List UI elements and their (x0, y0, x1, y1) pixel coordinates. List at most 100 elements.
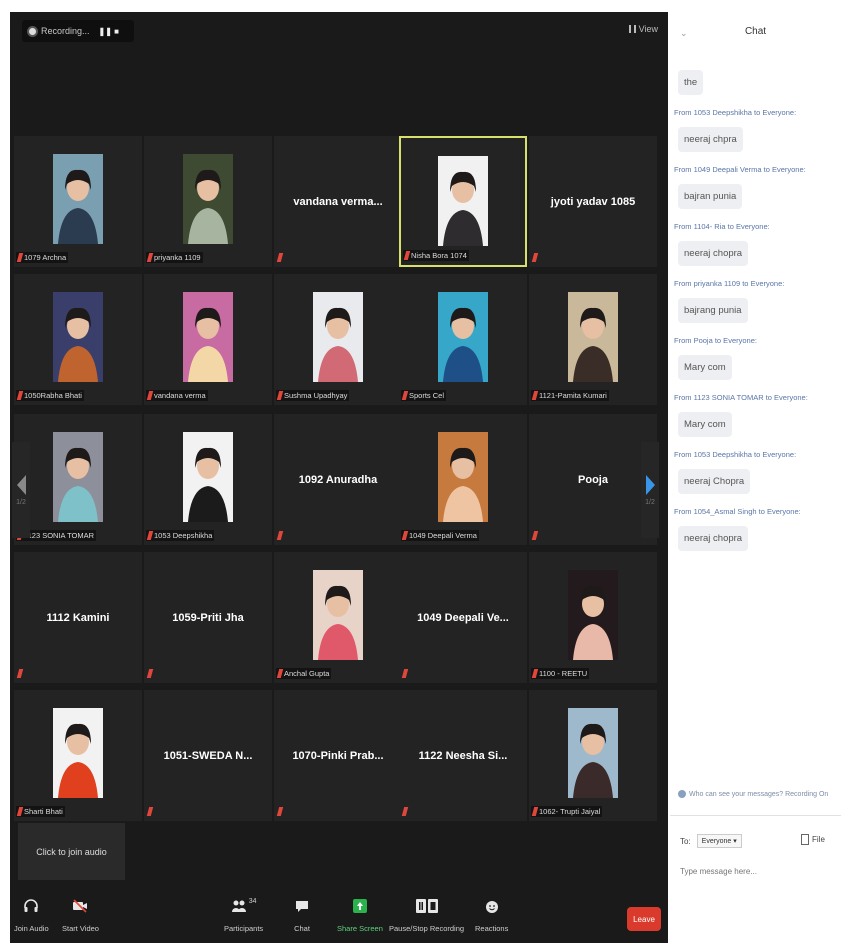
participant-name: vandana verma... (293, 195, 383, 208)
participant-name: 1092 Anuradha (298, 473, 378, 486)
participant-tile[interactable]: 1049 Deepali Ve... (399, 552, 527, 683)
participant-tile[interactable]: 1123 SONIA TOMAR (14, 414, 142, 545)
participants-button[interactable]: 34 Participants (224, 898, 263, 933)
participant-tile[interactable]: priyanka 1109 (144, 136, 272, 267)
participant-video (438, 156, 488, 246)
participant-name: 1100 - REETU (539, 669, 588, 678)
chat-button[interactable]: Chat (294, 898, 310, 933)
file-icon (801, 834, 809, 845)
join-audio-popup[interactable]: Click to join audio (18, 823, 125, 880)
participant-name-label: 1053 Deepshikha (146, 530, 215, 541)
chat-sender: From priyanka 1109 to Everyone: (674, 279, 785, 288)
participant-tile[interactable]: Anchal Gupta (274, 552, 402, 683)
participant-name: 1053 Deepshikha (154, 531, 213, 540)
participant-name: Pooja (578, 473, 608, 486)
participant-tile[interactable]: 1079 Archna (14, 136, 142, 267)
file-label: File (812, 835, 825, 844)
participant-name: 1122 Neesha Si... (418, 749, 508, 762)
participant-name: 1123 SONIA TOMAR (24, 531, 95, 540)
participant-video (53, 708, 103, 798)
participant-tile[interactable]: 1049 Deepali Verma (399, 414, 527, 545)
participant-tile[interactable]: 1050Rabha Bhati (14, 274, 142, 405)
participant-tile[interactable]: 1051-SWEDA N... (144, 690, 272, 821)
recording-controls[interactable]: ❚❚ ■ (99, 27, 119, 36)
participant-name: Sharti Bhati (24, 807, 63, 816)
participant-tile[interactable]: 1112 Kamini (14, 552, 142, 683)
to-label: To: (680, 836, 691, 846)
chat-visibility-text: Who can see your messages? Recording On (689, 790, 829, 798)
participant-tile[interactable]: 1053 Deepshikha (144, 414, 272, 545)
participant-video (438, 292, 488, 382)
user-icon (678, 790, 686, 798)
participant-tile[interactable]: 1122 Neesha Si... (399, 690, 527, 821)
pause-stop-recording-label: Pause/Stop Recording (389, 924, 465, 933)
mic-muted-icon (403, 251, 411, 260)
participant-name: 1121-Pamita Kumari (539, 391, 607, 400)
participant-video (568, 708, 618, 798)
chat-message: neeraj chpra (678, 127, 743, 152)
page-number-right: 1/2 (645, 498, 655, 506)
participant-name-label: Sushma Upadhyay (276, 390, 350, 401)
chat-sender: From 1123 SONIA TOMAR to Everyone: (674, 393, 808, 402)
participant-tile[interactable]: jyoti yadav 1085 (529, 136, 657, 267)
page-number-left: 1/2 (16, 498, 26, 506)
participant-video (53, 154, 103, 244)
previous-page-button[interactable]: 1/2 (12, 442, 30, 538)
reactions-button[interactable]: Reactions (475, 898, 508, 933)
join-audio-button[interactable]: Join Audio (14, 898, 49, 933)
chat-sender: From Pooja to Everyone: (674, 336, 757, 345)
participant-name: priyanka 1109 (154, 253, 201, 262)
participant-name-label: 1079 Archna (16, 252, 69, 263)
participant-name: 1070-Pinki Prab... (292, 749, 384, 762)
reactions-label: Reactions (475, 924, 509, 933)
participant-name: Sushma Upadhyay (284, 391, 348, 400)
participant-name-label: Sports Cel (401, 390, 447, 401)
record-icon (29, 27, 36, 35)
participant-name: Anchal Gupta (284, 669, 330, 678)
join-audio-popup-text: Click to join audio (36, 846, 107, 857)
share-screen-button[interactable]: Share Screen (337, 898, 383, 933)
recipient-select[interactable]: Everyone ▾ (696, 834, 742, 848)
participant-tile[interactable]: vandana verma (144, 274, 272, 405)
participant-name-label: Sharti Bhati (16, 806, 65, 817)
participant-name: 1050Rabha Bhati (24, 391, 82, 400)
participant-tile[interactable]: Sushma Upadhyay (274, 274, 402, 405)
recording-indicator[interactable]: Recording... ❚❚ ■ (22, 20, 134, 42)
participant-tile[interactable]: 1100 - REETU (529, 552, 657, 683)
participant-name: vandana verma (154, 391, 206, 400)
share-screen-label: Share Screen (337, 924, 383, 933)
participant-video (438, 432, 488, 522)
participant-tile[interactable]: Pooja (529, 414, 657, 545)
leave-button[interactable]: Leave (627, 907, 661, 931)
recipient-row: To: Everyone ▾ (680, 834, 742, 848)
participant-name: 1049 Deepali Ve... (417, 611, 509, 624)
chat-message: the (678, 70, 704, 95)
participant-tile[interactable]: vandana verma... (274, 136, 402, 267)
chat-visibility-note[interactable]: Who can see your messages? Recording On (678, 790, 828, 798)
participant-tile[interactable]: Nisha Bora 1074 (399, 136, 527, 267)
participant-name-label: priyanka 1109 (146, 252, 203, 263)
mic-muted-icon (531, 391, 539, 400)
mic-muted-icon (401, 391, 409, 400)
participant-tile[interactable]: 1121-Pamita Kumari (529, 274, 657, 405)
participant-video (568, 292, 618, 382)
participant-video (183, 154, 233, 244)
participant-tile[interactable]: 1070-Pinki Prab... (274, 690, 402, 821)
participant-tile[interactable]: Sharti Bhati (14, 690, 142, 821)
participant-tile[interactable]: 1059-Priti Jha (144, 552, 272, 683)
view-button[interactable]: View (628, 24, 658, 34)
pause-stop-recording-button[interactable]: Pause/Stop Recording (389, 898, 464, 933)
participant-tile[interactable]: Sports Cel (399, 274, 527, 405)
file-button[interactable]: File (801, 834, 825, 845)
participants-icon-group: 34 (231, 898, 256, 914)
participant-tile[interactable]: 1062- Trupti Jaiyal (529, 690, 657, 821)
participant-video (183, 432, 233, 522)
chevron-right-icon (645, 474, 655, 495)
mic-muted-icon (146, 391, 154, 400)
chat-message-input[interactable] (678, 866, 832, 877)
participant-tile[interactable]: 1092 Anuradha (274, 414, 402, 545)
chat-sender: From 1053 Deepshikha to Everyone: (674, 450, 797, 459)
next-page-button[interactable]: 1/2 (641, 442, 659, 538)
join-audio-label: Join Audio (14, 924, 49, 933)
start-video-button[interactable]: Start Video (62, 898, 99, 933)
